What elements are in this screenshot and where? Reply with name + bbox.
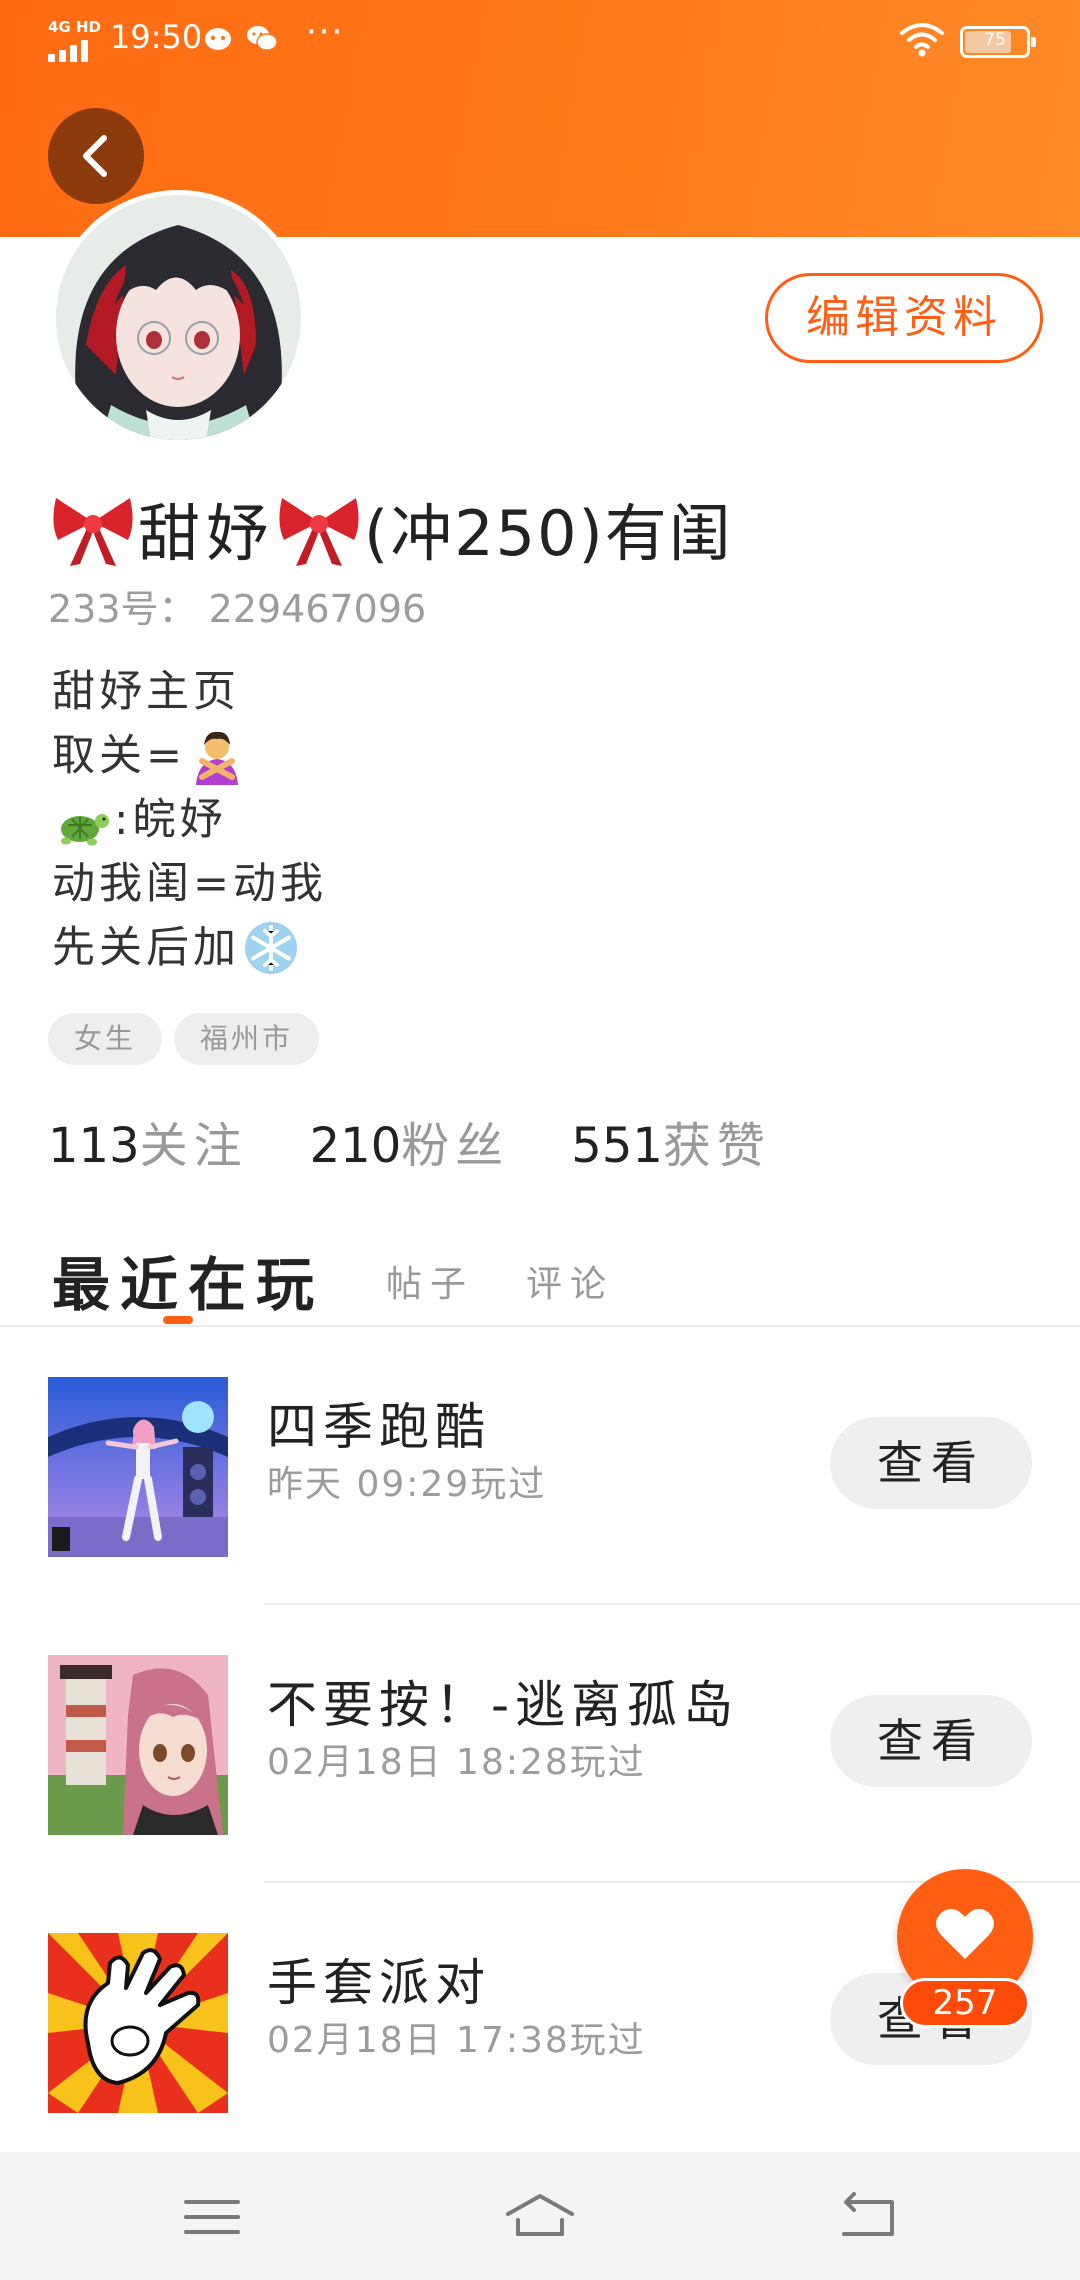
game-name: 不要按！-逃离孤岛 bbox=[267, 1676, 740, 1734]
bio-line: 甜妤主页 bbox=[52, 660, 327, 724]
bio-line: 先关后加 bbox=[52, 916, 327, 980]
following-label: 关注 bbox=[139, 1118, 248, 1174]
list-item[interactable]: 不要按！-逃离孤岛 02月18日 18:28玩过 查看 bbox=[0, 1605, 1080, 1883]
clock: 19:50 bbox=[110, 18, 203, 56]
status-bar: 4G HD 19:50 ··· 75 bbox=[0, 0, 1080, 80]
profile-stats: 113关注 210粉丝 551获赞 bbox=[48, 1106, 833, 1176]
bio: 甜妤主页 取关= :皖妤 动我闺=动我 先关后加 bbox=[52, 660, 327, 980]
back-arrow-icon[interactable] bbox=[830, 2182, 910, 2252]
bio-line: 取关= bbox=[52, 724, 327, 788]
menu-icon[interactable] bbox=[172, 2182, 252, 2252]
bio-text: 甜妤主页 bbox=[52, 667, 240, 717]
bio-line: 动我闺=动我 bbox=[52, 852, 327, 916]
avatar[interactable] bbox=[51, 190, 306, 445]
game-thumbnail bbox=[48, 1655, 228, 1835]
wechat-icon bbox=[247, 26, 278, 51]
signal-icon bbox=[48, 40, 94, 62]
fans-stat[interactable]: 210粉丝 bbox=[310, 1106, 510, 1176]
game-thumbnail bbox=[48, 1933, 228, 2113]
bio-text: 先关后加 bbox=[52, 923, 240, 973]
home-icon[interactable] bbox=[500, 2182, 580, 2252]
list-item[interactable]: 四季跑酷 昨天 09:29玩过 查看 bbox=[0, 1327, 1080, 1605]
bio-text: 取关= bbox=[52, 731, 187, 781]
profile-tags: 女生 福州市 bbox=[48, 1013, 331, 1065]
turtle-icon bbox=[61, 814, 109, 846]
avatar-image bbox=[56, 195, 301, 440]
heart-icon bbox=[936, 1908, 994, 1959]
network-type: 4G HD bbox=[48, 18, 101, 36]
fans-count: 210 bbox=[309, 1118, 402, 1174]
edit-profile-button[interactable]: 编辑资料 bbox=[765, 273, 1043, 363]
profile-name-part1: 甜妤 bbox=[138, 497, 275, 570]
last-played-time: 02月18日 17:38玩过 bbox=[267, 2020, 646, 2061]
person-gesturing-no-icon bbox=[196, 731, 239, 785]
likes-count: 551 bbox=[571, 1118, 663, 1174]
tag-location: 福州市 bbox=[174, 1013, 320, 1065]
fans-label: 粉丝 bbox=[401, 1118, 510, 1174]
bio-text: :皖妤 bbox=[114, 795, 227, 845]
likes-label: 获赞 bbox=[662, 1118, 771, 1174]
likes-stat[interactable]: 551获赞 bbox=[571, 1106, 771, 1176]
tag-gender: 女生 bbox=[48, 1013, 163, 1065]
battery-icon: 75 bbox=[960, 26, 1036, 58]
active-tab-indicator bbox=[163, 1316, 193, 1324]
following-stat[interactable]: 113关注 bbox=[48, 1106, 248, 1176]
more-notifications-icon: ··· bbox=[306, 12, 345, 52]
tab-recently-played[interactable]: 最近在玩 bbox=[52, 1248, 324, 1322]
following-count: 113 bbox=[48, 1118, 140, 1174]
battery-level: 75 bbox=[984, 30, 1006, 50]
tab-posts[interactable]: 帖子 bbox=[386, 1248, 474, 1322]
view-button[interactable]: 查看 bbox=[830, 1695, 1032, 1787]
profile-name: 甜妤 (冲250)有闺 bbox=[48, 486, 733, 570]
app-notification-icon bbox=[205, 28, 231, 50]
user-id: 233号： 229467096 bbox=[48, 587, 427, 631]
profile-name-part2: (冲250)有闺 bbox=[364, 497, 733, 570]
chevron-left-icon bbox=[83, 135, 107, 177]
like-count-badge: 257 bbox=[900, 1978, 1030, 2028]
ribbon-bow-icon bbox=[53, 498, 133, 566]
ribbon-bow-icon bbox=[279, 498, 359, 566]
back-button[interactable] bbox=[48, 108, 144, 204]
snowflake-icon bbox=[245, 922, 297, 974]
profile-tabs: 最近在玩 帖子 评论 bbox=[52, 1222, 666, 1322]
tab-comments[interactable]: 评论 bbox=[526, 1248, 614, 1322]
bio-line: :皖妤 bbox=[52, 788, 327, 852]
last-played-time: 02月18日 18:28玩过 bbox=[267, 1742, 646, 1783]
wifi-icon bbox=[900, 23, 944, 57]
game-thumbnail bbox=[48, 1377, 228, 1557]
view-button[interactable]: 查看 bbox=[830, 1417, 1032, 1509]
last-played-time: 昨天 09:29玩过 bbox=[267, 1464, 547, 1505]
bio-text: 动我闺=动我 bbox=[52, 859, 328, 909]
game-name: 手套派对 bbox=[267, 1954, 491, 2012]
system-navigation-bar bbox=[0, 2152, 1080, 2280]
game-name: 四季跑酷 bbox=[267, 1398, 491, 1456]
